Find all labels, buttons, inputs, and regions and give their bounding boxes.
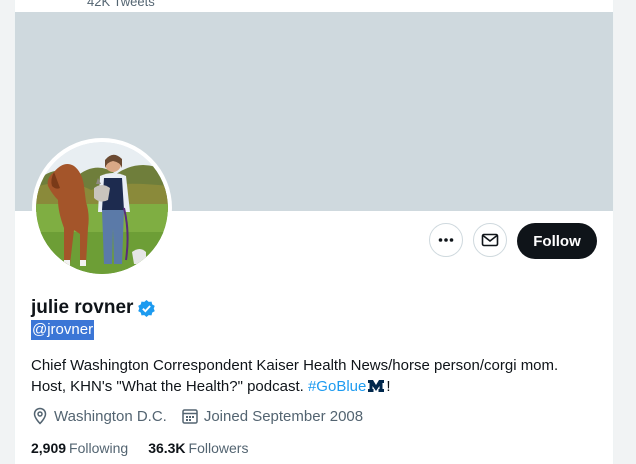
display-name: julie rovner bbox=[31, 297, 134, 318]
bio-end: ! bbox=[386, 378, 391, 395]
followers-label: Followers bbox=[188, 440, 249, 456]
block-m-emoji bbox=[367, 378, 385, 399]
bio-hashtag-link[interactable]: #GoBlue bbox=[308, 378, 366, 395]
tweet-count: 42K Tweets bbox=[87, 0, 155, 9]
more-options-button[interactable] bbox=[429, 223, 463, 257]
more-horizontal-icon bbox=[438, 238, 454, 242]
profile-column: 42K Tweets Follow julie rovner @jrovner … bbox=[14, 0, 614, 464]
bio-text: Chief Washington Correspondent Kaiser He… bbox=[31, 357, 559, 395]
envelope-icon bbox=[481, 233, 499, 247]
following-label: Following bbox=[69, 440, 129, 456]
profile-bio: Chief Washington Correspondent Kaiser He… bbox=[31, 355, 591, 399]
follow-button[interactable]: Follow bbox=[517, 223, 597, 259]
profile-meta: Washington D.C. Joined September 2008 bbox=[31, 407, 377, 425]
location-pin-icon bbox=[33, 407, 47, 425]
location-text: Washington D.C. bbox=[54, 407, 167, 425]
followers-count: 36.3K bbox=[148, 440, 186, 456]
joined-text: Joined September 2008 bbox=[203, 407, 364, 425]
following-count: 2,909 bbox=[31, 440, 67, 456]
avatar-photo bbox=[36, 142, 168, 274]
name-row: julie rovner bbox=[31, 297, 156, 319]
page-background-right bbox=[612, 0, 636, 464]
message-button[interactable] bbox=[473, 223, 507, 257]
avatar[interactable] bbox=[32, 138, 172, 278]
following-link[interactable]: 2,909 Following bbox=[31, 440, 128, 456]
follow-stats: 2,909 Following 36.3K Followers bbox=[31, 440, 268, 456]
page-background-left bbox=[0, 0, 14, 464]
followers-link[interactable]: 36.3K Followers bbox=[148, 440, 248, 456]
location-item: Washington D.C. bbox=[31, 407, 167, 425]
verified-badge-icon[interactable] bbox=[137, 299, 156, 318]
user-handle[interactable]: @jrovner bbox=[31, 320, 95, 340]
joined-item: Joined September 2008 bbox=[181, 407, 363, 425]
calendar-icon bbox=[182, 409, 198, 424]
